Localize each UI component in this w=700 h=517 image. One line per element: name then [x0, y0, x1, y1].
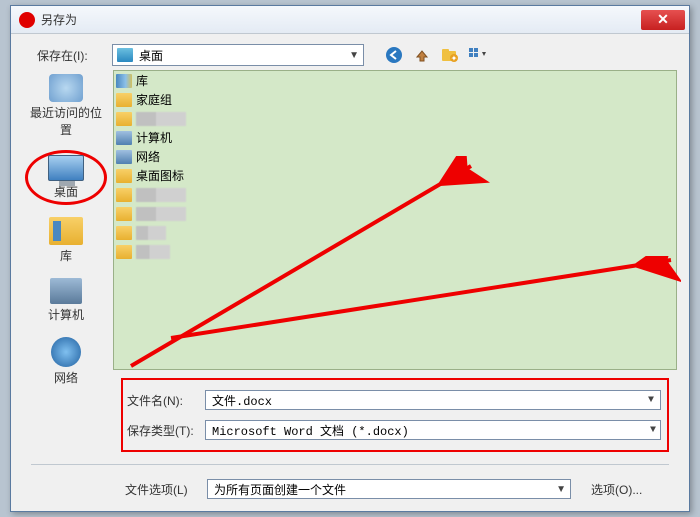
filename-input[interactable]: 文件.docx▼: [205, 390, 661, 410]
location-toolbar: 保存在(I): 桌面 ▼ ✦: [11, 40, 689, 70]
folder-icon: [116, 245, 132, 259]
recent-icon: [49, 74, 83, 102]
list-item[interactable]: 桌面图标: [114, 166, 676, 185]
list-item[interactable]: 网络: [114, 147, 676, 166]
new-folder-icon[interactable]: ✦: [440, 45, 460, 65]
list-item[interactable]: [114, 109, 676, 128]
sidebar-item-label: 计算机: [48, 306, 84, 323]
desktop-icon: [48, 155, 84, 181]
chevron-down-icon: ▼: [650, 425, 656, 436]
folder-icon: [116, 207, 132, 221]
censored-text: [136, 245, 170, 259]
desktop-icon: [117, 48, 133, 62]
library-icon: [116, 74, 132, 88]
computer-icon: [116, 131, 132, 145]
options-button[interactable]: 选项(O)...: [591, 481, 669, 498]
folder-icon: [116, 112, 132, 126]
svg-text:✦: ✦: [451, 54, 458, 62]
chevron-down-icon: ▼: [556, 484, 566, 495]
list-item[interactable]: [114, 185, 676, 204]
list-item[interactable]: [114, 223, 676, 242]
censored-text: [136, 112, 186, 126]
file-options-row: 文件选项(L) 为所有页面创建一个文件▼ 选项(O)...: [125, 479, 669, 499]
sidebar-item-desktop[interactable]: 桌面: [25, 150, 107, 205]
sidebar-item-label: 网络: [54, 369, 78, 386]
save-as-dialog: 另存为 ✕ 保存在(I): 桌面 ▼ ✦ 最近访问的位置 桌面: [10, 5, 690, 512]
location-dropdown[interactable]: 桌面 ▼: [112, 44, 364, 66]
file-options-label: 文件选项(L): [125, 481, 207, 498]
censored-text: [136, 226, 166, 240]
view-menu-icon[interactable]: [468, 45, 488, 65]
sidebar-item-libraries[interactable]: 库: [25, 215, 107, 266]
file-options-dropdown[interactable]: 为所有页面创建一个文件▼: [207, 479, 571, 499]
list-item[interactable]: [114, 242, 676, 261]
list-item[interactable]: 库: [114, 71, 676, 90]
list-item[interactable]: 计算机: [114, 128, 676, 147]
folder-icon: [116, 188, 132, 202]
folder-icon: [116, 169, 132, 183]
sidebar-item-computer[interactable]: 计算机: [25, 276, 107, 325]
sidebar-item-label: 最近访问的位置: [27, 104, 105, 138]
filetype-dropdown[interactable]: Microsoft Word 文档 (*.docx)▼: [205, 420, 661, 440]
app-icon: [19, 12, 35, 28]
sidebar-item-recent[interactable]: 最近访问的位置: [25, 72, 107, 140]
filetype-label: 保存类型(T):: [123, 422, 205, 439]
network-icon: [51, 337, 81, 367]
location-value: 桌面: [139, 47, 163, 64]
chevron-down-icon[interactable]: ▼: [648, 395, 654, 406]
content-area: 最近访问的位置 桌面 库 计算机 网络 库 家庭组 计算机: [11, 70, 689, 370]
form-highlight-box: 文件名(N): 文件.docx▼ 保存类型(T): Microsoft Word…: [121, 378, 669, 452]
nav-icons: ✦: [384, 45, 488, 65]
network-icon: [116, 150, 132, 164]
list-item[interactable]: 家庭组: [114, 90, 676, 109]
filename-label: 文件名(N):: [123, 392, 205, 409]
close-button[interactable]: ✕: [641, 10, 685, 30]
titlebar: 另存为 ✕: [11, 6, 689, 34]
up-icon[interactable]: [412, 45, 432, 65]
censored-text: [136, 188, 186, 202]
back-icon[interactable]: [384, 45, 404, 65]
folder-icon: [116, 226, 132, 240]
divider: [31, 464, 669, 465]
form-area: 文件名(N): 文件.docx▼ 保存类型(T): Microsoft Word…: [121, 378, 669, 452]
sidebar-item-network[interactable]: 网络: [25, 335, 107, 388]
save-in-label: 保存在(I):: [37, 47, 112, 64]
sidebar-item-label: 库: [60, 247, 72, 264]
folder-icon: [116, 93, 132, 107]
places-sidebar: 最近访问的位置 桌面 库 计算机 网络: [23, 70, 109, 370]
computer-icon: [50, 278, 82, 304]
chevron-down-icon: ▼: [349, 50, 359, 61]
file-list[interactable]: 库 家庭组 计算机 网络 桌面图标: [113, 70, 677, 370]
list-item[interactable]: [114, 204, 676, 223]
censored-text: [136, 207, 186, 221]
dialog-title: 另存为: [41, 11, 641, 28]
libraries-icon: [49, 217, 83, 245]
